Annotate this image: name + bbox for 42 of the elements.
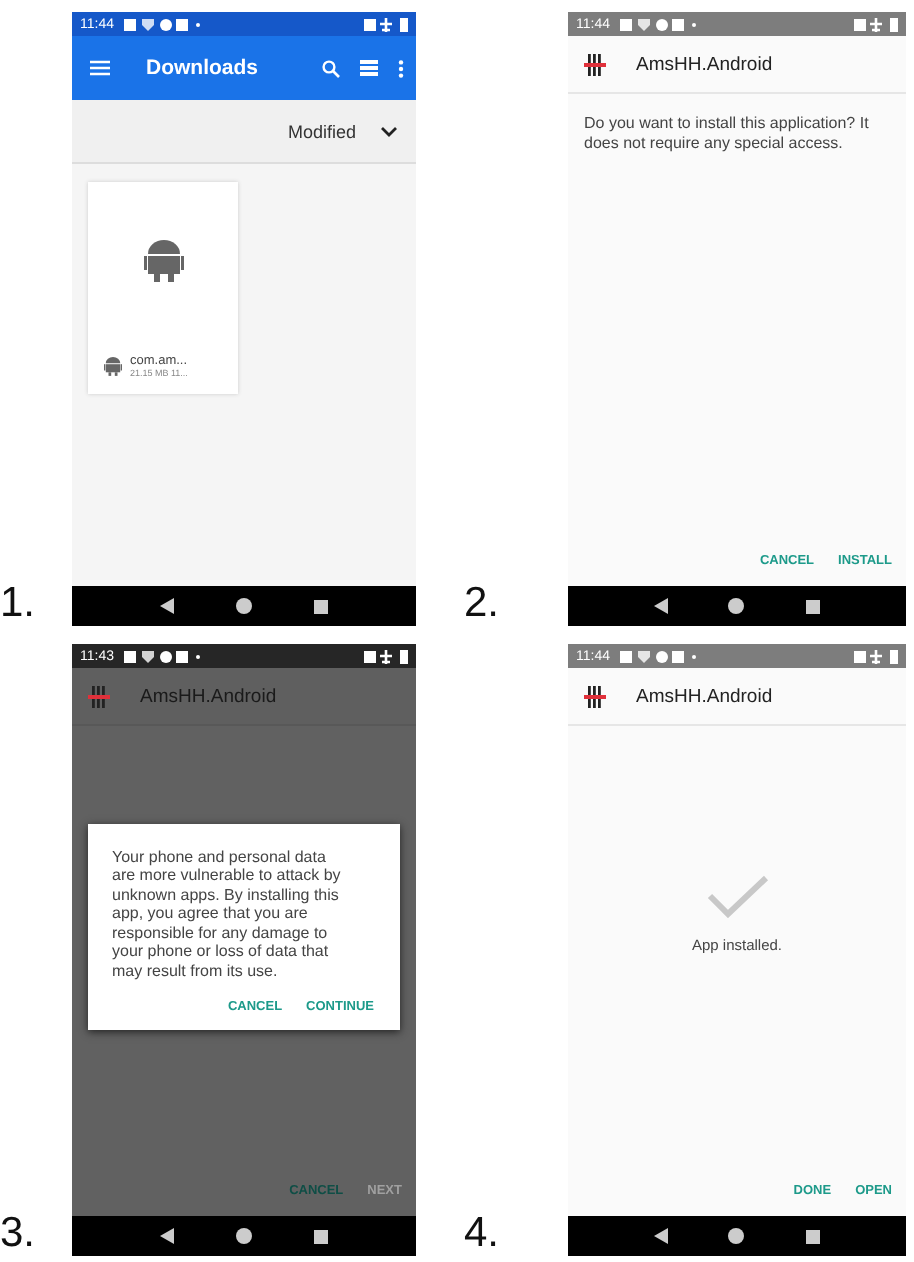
install-message: Do you want to install this application? It does not require any special access. <box>582 112 871 154</box>
notification-icons <box>620 17 700 31</box>
app-title: AmsHH.Android <box>636 53 773 75</box>
recent-apps-icon[interactable] <box>314 599 329 613</box>
recent-apps-icon[interactable] <box>805 1229 820 1243</box>
more-options-icon[interactable] <box>398 59 404 77</box>
app-icon <box>88 685 110 707</box>
notification-icons <box>620 649 700 663</box>
app-title: AmsHH.Android <box>636 685 773 707</box>
home-icon[interactable] <box>728 598 745 614</box>
system-icons <box>854 649 898 663</box>
system-icons <box>364 649 408 663</box>
app-title: AmsHH.Android <box>140 685 277 707</box>
panel-number: 4. <box>462 1212 502 1256</box>
back-icon[interactable] <box>159 1228 174 1244</box>
system-icons <box>364 17 408 31</box>
search-icon[interactable] <box>322 59 340 77</box>
back-icon[interactable] <box>654 1228 669 1244</box>
notification-icons <box>124 649 204 663</box>
menu-icon[interactable] <box>90 60 110 76</box>
home-icon[interactable] <box>235 598 252 614</box>
sort-label[interactable]: Modified <box>287 121 356 141</box>
notification-icons <box>124 17 204 31</box>
recent-apps-icon[interactable] <box>314 1229 329 1243</box>
back-icon[interactable] <box>159 598 174 614</box>
panel-number: 3. <box>0 1212 38 1256</box>
panel-number: 1. <box>0 582 38 626</box>
back-icon[interactable] <box>654 598 669 614</box>
android-icon <box>143 238 183 282</box>
chevron-down-icon[interactable] <box>380 125 398 137</box>
toolbar-title: Downloads <box>146 56 259 80</box>
home-icon[interactable] <box>728 1228 745 1244</box>
app-icon <box>584 685 606 707</box>
panel-number: 2. <box>462 582 502 626</box>
recent-apps-icon[interactable] <box>805 599 820 613</box>
system-icons <box>854 17 898 31</box>
home-icon[interactable] <box>235 1228 252 1244</box>
dialog-message: Your phone and personal data are more vulnerable to attack by unknown apps. By installing this app, you agree that you are responsible for any damage to your phone or loss of data that may result from its use. <box>112 848 343 980</box>
app-icon <box>584 53 606 75</box>
android-icon <box>104 356 122 376</box>
list-view-icon[interactable] <box>360 60 378 76</box>
checkmark-icon <box>705 874 769 918</box>
